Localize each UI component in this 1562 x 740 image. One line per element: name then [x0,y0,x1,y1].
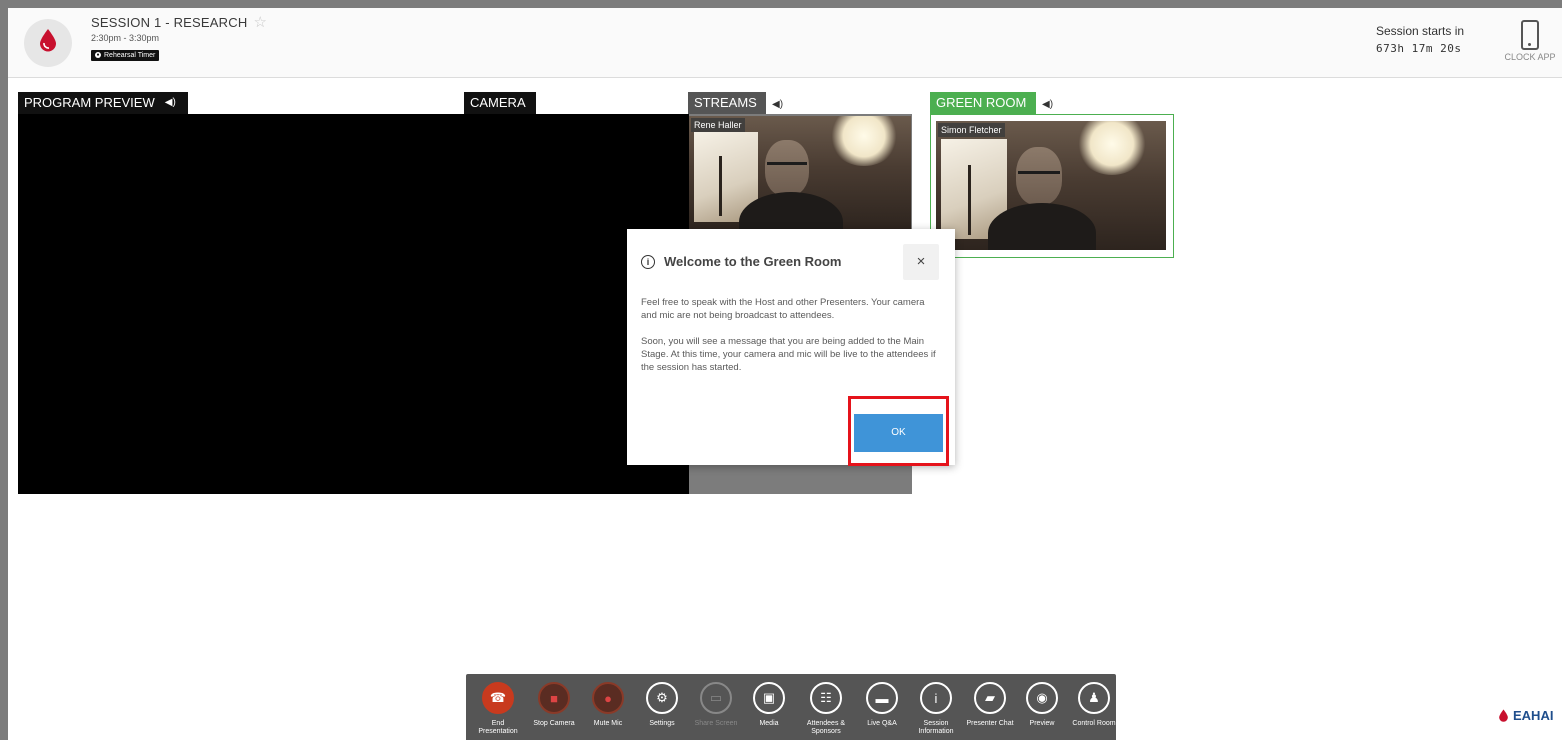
modal-paragraph-2: Soon, you will see a message that you ar… [641,336,936,373]
stop-camera-button[interactable]: ■ Stop Camera [530,682,578,728]
speaker-icon[interactable]: ◀) [165,92,176,114]
share-screen-label: Share Screen [694,720,738,727]
mute-mic-button[interactable]: ● Mute Mic [584,682,632,728]
camera-title: CAMERA [470,95,526,110]
stop-camera-label: Stop Camera [533,720,575,727]
attendees-sponsors-button[interactable]: ☷ Attendees & Sponsors [802,682,850,736]
ok-highlight-box: OK [848,396,949,466]
welcome-modal: i Welcome to the Green Room × Feel free … [627,229,955,466]
green-room-participant-name: Simon Fletcher [938,123,1005,137]
modal-paragraph-1: Feel free to speak with the Host and oth… [641,297,925,321]
media-label: Media [759,720,779,727]
mute-mic-label: Mute Mic [593,720,623,727]
chat-icon: ▰ [974,682,1006,714]
green-room-speaker-icon[interactable]: ◀) [1042,92,1053,114]
presenter-chat-label: Presenter Chat [966,720,1014,727]
stream-participant-name: Rene Haller [691,118,745,132]
header-bar: SESSION 1 - RESEARCH ☆ 2:30pm - 3:30pm ●… [8,8,1562,78]
program-preview-label: PROGRAM PREVIEW ◀) [18,92,188,114]
info-circle-icon: i [920,682,952,714]
green-room-video[interactable]: Simon Fletcher [936,121,1166,250]
microphone-icon: ● [592,682,624,714]
streams-video[interactable]: Rene Haller [689,116,911,230]
live-qa-button[interactable]: ▬ Live Q&A [858,682,906,728]
control-room-label: Control Room [1072,720,1116,727]
timer-icon: ● [95,52,101,58]
ok-button[interactable]: OK [854,414,943,452]
modal-body: Feel free to speak with the Host and oth… [641,296,941,374]
video-camera-icon: ■ [538,682,570,714]
session-information-label: Session Information [918,720,954,735]
preview-label: Preview [1029,720,1055,727]
phone-hangup-icon: ☎ [482,682,514,714]
session-info: SESSION 1 - RESEARCH ☆ 2:30pm - 3:30pm ●… [91,15,267,61]
eye-icon: ◉ [1026,682,1058,714]
session-countdown: Session starts in 673h 17m 20s [1376,24,1486,55]
blood-drop-icon [1499,709,1508,722]
phone-icon [1521,20,1539,50]
settings-button[interactable]: ⚙ Settings [638,682,686,728]
modal-header: i Welcome to the Green Room [641,254,841,269]
chat-bubble-icon: ▬ [866,682,898,714]
session-time: 2:30pm - 3:30pm [91,33,160,43]
streams-label: STREAMS [688,92,766,114]
modal-title: Welcome to the Green Room [664,254,842,269]
blood-drop-icon [40,29,56,52]
info-icon: i [641,254,655,269]
settings-label: Settings [649,720,675,727]
green-room-title: GREEN ROOM [936,95,1027,110]
people-icon: ☷ [810,682,842,714]
presenter-toolbar: ☎ End Presentation ■ Stop Camera ● Mute … [466,674,1116,740]
gear-icon: ⚙ [646,682,678,714]
end-presentation-label: End Presentation [478,720,518,735]
countdown-value: 673h 17m 20s [1376,42,1462,55]
session-information-button[interactable]: i Session Information [912,682,960,736]
clock-app-button[interactable]: CLOCK APP [1498,20,1562,62]
session-title: SESSION 1 - RESEARCH ☆ [91,15,267,30]
presenter-chat-button[interactable]: ▰ Presenter Chat [966,682,1014,728]
green-room-label: GREEN ROOM [930,92,1036,114]
program-preview-title: PROGRAM PREVIEW [24,95,155,110]
end-presentation-button[interactable]: ☎ End Presentation [474,682,522,736]
close-button[interactable]: × [903,244,939,280]
camera-label: CAMERA [464,92,536,114]
preview-button[interactable]: ◉ Preview [1018,682,1066,728]
share-screen-button[interactable]: ▭ Share Screen [692,682,740,728]
session-title-text: SESSION 1 - RESEARCH [91,15,248,30]
event-logo [24,19,72,67]
monitor-icon: ▭ [700,682,732,714]
media-icon: ▣ [753,682,785,714]
program-preview-area [18,114,690,494]
clock-app-label: CLOCK APP [1504,52,1556,62]
media-button[interactable]: ▣ Media [745,682,793,728]
control-room-button[interactable]: ♟ Control Room [1070,682,1118,728]
app-window: SESSION 1 - RESEARCH ☆ 2:30pm - 3:30pm ●… [8,8,1562,740]
streams-title: STREAMS [694,95,757,110]
starts-label: Session starts in [1376,24,1465,38]
person-icon: ♟ [1078,682,1110,714]
rehearsal-timer-button[interactable]: ● Rehearsal Timer [91,49,160,61]
favorite-star-icon[interactable]: ☆ [253,15,267,30]
live-qa-label: Live Q&A [867,720,897,727]
brand-logo: EAHAI [1498,708,1553,723]
rehearsal-timer-label: Rehearsal Timer [104,51,156,59]
brand-text: EAHAI [1513,708,1554,723]
attendees-sponsors-label: Attendees & Sponsors [806,720,846,735]
streams-speaker-icon[interactable]: ◀) [772,92,783,114]
